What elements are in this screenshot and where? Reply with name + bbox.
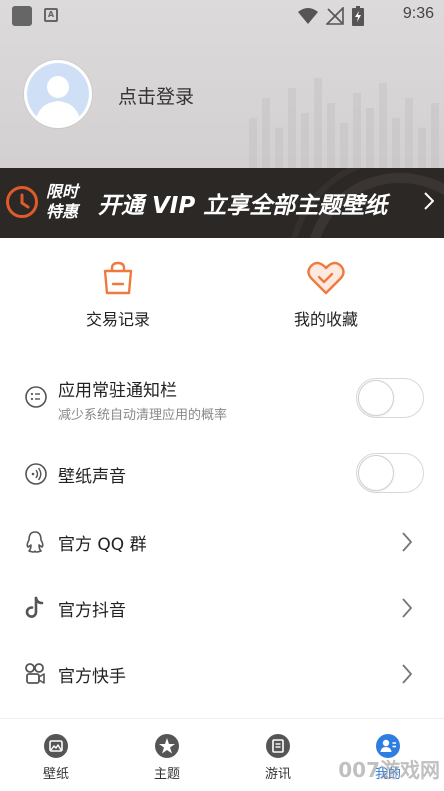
persistent-notification-toggle[interactable] [356,378,424,418]
vip-banner[interactable]: 限时 特惠 开通 VIP 立享全部主题壁纸 [0,168,444,238]
nav-theme[interactable]: 主题 [137,733,197,782]
heart-icon [307,261,345,295]
kuaishou-icon [25,663,45,684]
quick-actions: 交易记录 我的收藏 [0,238,444,348]
equalizer-decoration [249,78,439,168]
chevron-right-icon [424,192,434,210]
chevron-right-icon [402,598,412,618]
douyin-icon [25,596,44,618]
row-title: 官方快手 [58,667,126,687]
nav-news[interactable]: 游讯 [248,733,308,782]
wallpaper-icon [44,734,68,758]
official-douyin-row[interactable]: 官方抖音 [0,586,444,630]
login-link[interactable]: 点击登录 [118,82,194,109]
theme-icon [155,734,179,758]
battery-icon [352,6,364,26]
notification-a-icon: A [44,8,58,22]
my-favorites-button[interactable]: 我的收藏 [266,260,386,330]
avatar[interactable] [24,60,92,128]
official-kuaishou-row[interactable]: 官方快手 [0,652,444,696]
setting-persistent-notification: 应用常驻通知栏 减少系统自动清理应用的概率 [0,370,444,430]
sound-icon [25,463,47,485]
no-signal-icon [326,7,344,25]
default-avatar-icon [27,63,89,125]
wifi-icon [298,8,318,24]
setting-title: 壁纸声音 [58,467,126,487]
status-time: 9:36 [402,5,434,22]
bottom-nav: 壁纸 主题 游讯 我的 007游戏网 [0,718,444,791]
chevron-right-icon [402,664,412,684]
vip-promo-text: 开通 VIP 立享全部主题壁纸 [98,193,388,219]
qq-icon [26,531,44,553]
notification-app-icon [12,6,32,26]
row-title: 官方抖音 [58,601,126,621]
setting-wallpaper-sound: 壁纸声音 [0,452,444,496]
transaction-records-button[interactable]: 交易记录 [58,260,178,330]
chevron-right-icon [402,532,412,552]
setting-subtitle: 减少系统自动清理应用的概率 [58,408,228,423]
nav-wallpaper[interactable]: 壁纸 [26,733,86,782]
watermark: 007游戏网 [338,758,440,782]
profile-header: A 9:36 点击登录 [0,0,444,168]
row-title: 官方 QQ 群 [58,535,147,555]
status-bar: A 9:36 [0,0,444,32]
limited-offer-badge: 限时 特惠 [46,182,79,221]
news-icon [266,734,290,758]
official-qq-group-row[interactable]: 官方 QQ 群 [0,520,444,564]
my-favorites-label: 我的收藏 [293,310,358,329]
transaction-records-label: 交易记录 [85,310,150,329]
wallpaper-sound-toggle[interactable] [356,453,424,493]
setting-title: 应用常驻通知栏 [58,381,177,401]
clock-icon [6,186,38,218]
notification-icon [25,386,47,408]
shopping-bag-icon [103,261,133,295]
